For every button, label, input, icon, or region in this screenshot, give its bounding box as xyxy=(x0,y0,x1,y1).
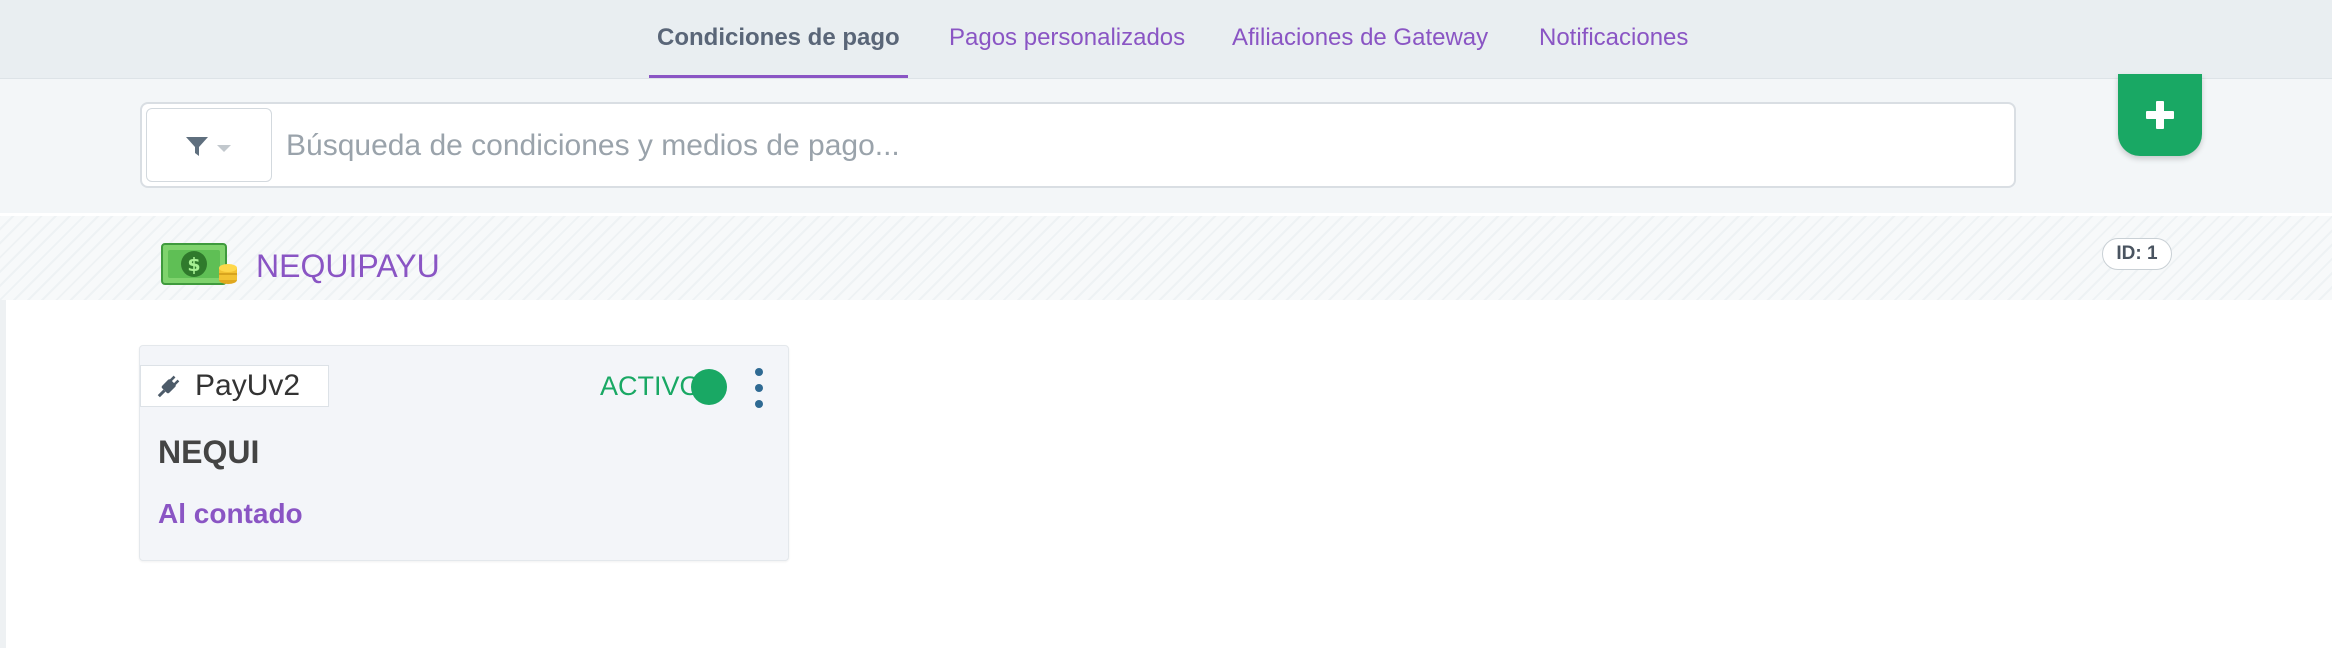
gateway-chip: PayUv2 xyxy=(140,365,329,407)
status-label: ACTIVO xyxy=(600,371,701,401)
group-title: NEQUIPAYU xyxy=(256,248,440,284)
tabs-bar: Condiciones de pago Pagos personalizados… xyxy=(0,0,2332,79)
payment-method-name: NEQUI xyxy=(158,434,260,470)
add-button[interactable] xyxy=(2118,74,2202,156)
id-badge: ID: 1 xyxy=(2102,238,2172,270)
money-icon: $ xyxy=(161,243,237,285)
search-area xyxy=(0,79,2332,213)
tab-notificaciones[interactable]: Notificaciones xyxy=(1539,0,1688,78)
tab-condiciones-de-pago[interactable]: Condiciones de pago xyxy=(649,0,908,78)
plug-icon xyxy=(157,375,180,398)
caret-down-icon xyxy=(217,145,231,152)
payment-terms: Al contado xyxy=(158,498,303,529)
left-rule xyxy=(0,300,6,648)
search-input[interactable] xyxy=(284,108,1988,184)
kebab-menu-icon[interactable] xyxy=(752,368,766,408)
filter-dropdown-button[interactable] xyxy=(146,108,272,182)
status-indicator xyxy=(691,369,727,405)
search-bar xyxy=(140,102,2016,188)
svg-text:$: $ xyxy=(187,254,200,276)
tab-afiliaciones-de-gateway[interactable]: Afiliaciones de Gateway xyxy=(1232,0,1488,78)
filter-icon xyxy=(186,137,208,156)
payment-condition-card[interactable]: PayUv2 ACTIVO NEQUI Al contado xyxy=(139,345,789,561)
plus-icon xyxy=(2146,101,2174,129)
tab-pagos-personalizados[interactable]: Pagos personalizados xyxy=(949,0,1185,78)
gateway-label: PayUv2 xyxy=(195,369,301,402)
